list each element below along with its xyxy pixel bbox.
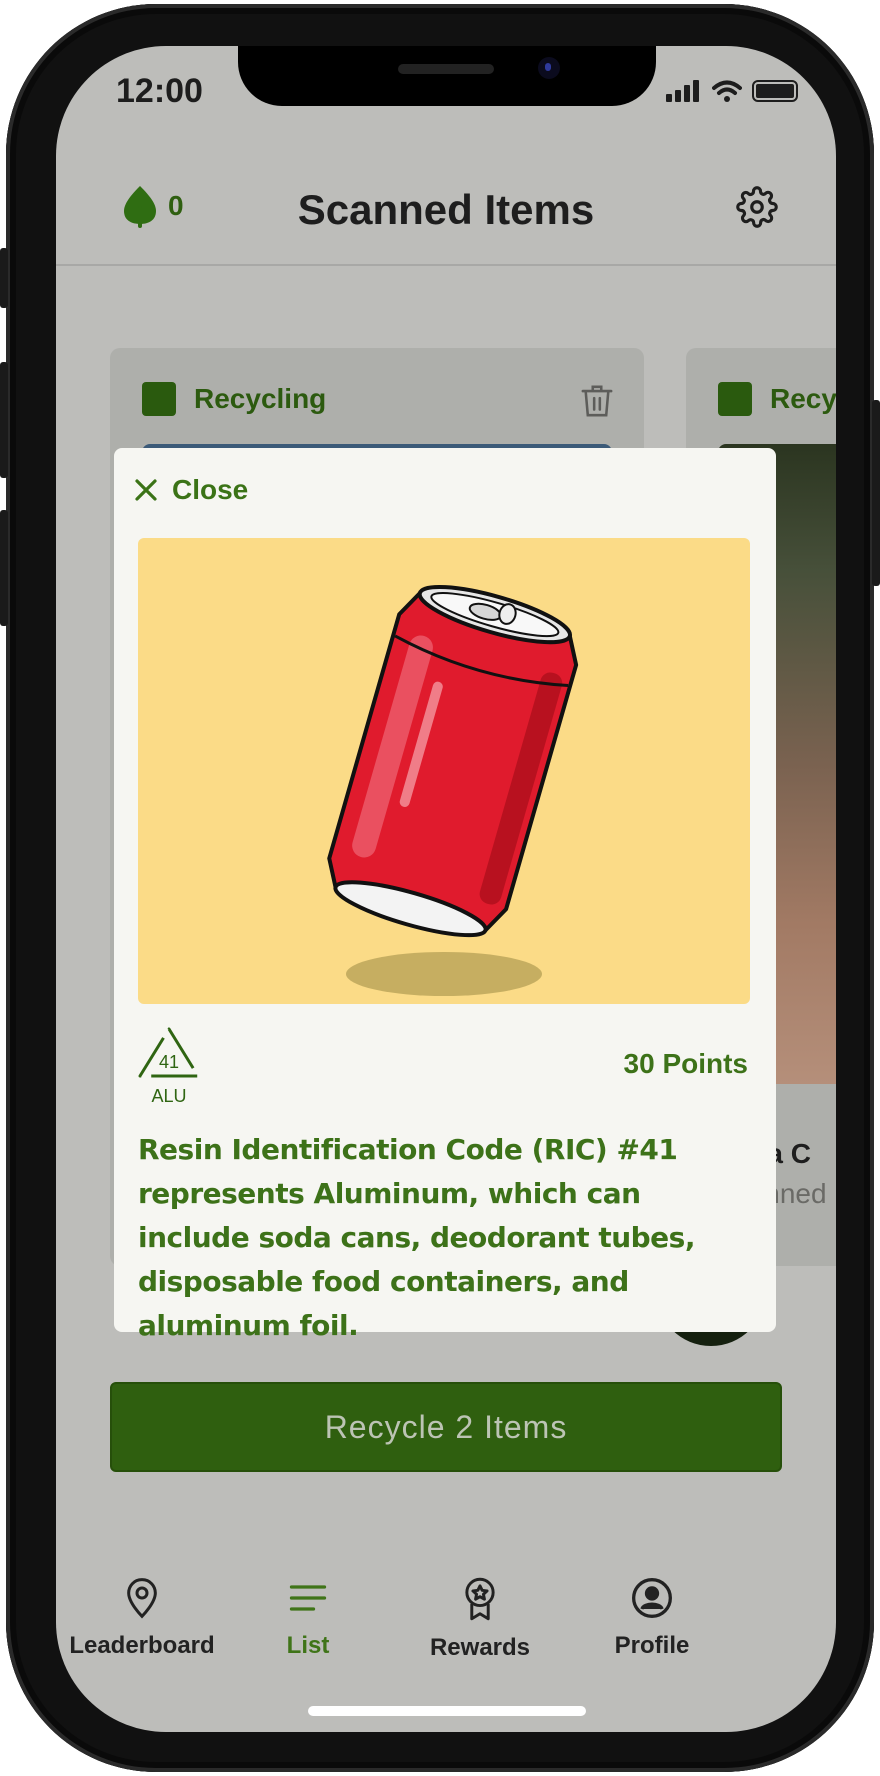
nav-label: Rewards [429, 1634, 531, 1661]
cellular-signal-icon [666, 80, 702, 102]
close-label: Close [172, 474, 249, 505]
recycling-code-badge: 41 ALU [136, 1026, 202, 1114]
recycle-triangle-icon: 41 ALU [138, 1027, 200, 1106]
map-pin-icon [127, 1578, 157, 1619]
points-value: 30 Points [623, 1048, 748, 1079]
status-time: 12:00 [116, 72, 203, 110]
item-detail-modal: Close 41 ALU 30 Points Resin Identificat… [114, 448, 776, 1342]
category-swatch [718, 382, 752, 416]
user-icon [632, 1578, 672, 1618]
phone-frame: 12:00 0 Scanned Items Recycling Recy C C… [0, 4, 880, 1772]
notch [238, 46, 656, 106]
soda-can-illustration [327, 584, 579, 996]
svg-text:41: 41 [159, 1052, 179, 1072]
list-icon [289, 1585, 327, 1611]
award-icon [465, 1577, 495, 1621]
nav-label: Leaderboard [69, 1632, 215, 1659]
settings-button[interactable] [736, 186, 778, 232]
delete-button[interactable] [580, 382, 614, 424]
nav-item-rewards[interactable]: Rewards [380, 1576, 580, 1662]
gear-icon [736, 186, 778, 228]
home-indicator [308, 1706, 586, 1716]
category-label: Recycling [194, 383, 327, 414]
page-title: Scanned Items [297, 186, 595, 233]
status-icons [666, 80, 798, 102]
category-swatch [142, 382, 176, 416]
category-label: Recycling [770, 383, 836, 414]
battery-icon [752, 80, 798, 102]
close-button[interactable]: Close [134, 474, 248, 506]
nav-label: Profile [614, 1632, 690, 1659]
bottom-nav: Leaderboard List Rewards Profile [56, 1576, 836, 1686]
trash-icon [581, 385, 613, 417]
close-icon [135, 479, 157, 501]
recycle-items-button[interactable]: Recycle 2 Items [110, 1382, 782, 1472]
nav-label: List [286, 1632, 330, 1659]
app-screen: 12:00 0 Scanned Items Recycling Recy C C… [56, 46, 836, 1732]
nav-item-profile[interactable]: Profile [552, 1576, 752, 1660]
item-image [138, 538, 750, 1004]
wifi-icon [712, 80, 742, 102]
app-header: 0 Scanned Items [56, 156, 836, 266]
item-description: Resin Identification Code (RIC) #41 repr… [138, 1133, 695, 1342]
svg-text:ALU: ALU [151, 1086, 186, 1106]
nav-item-list[interactable]: List [208, 1576, 408, 1660]
